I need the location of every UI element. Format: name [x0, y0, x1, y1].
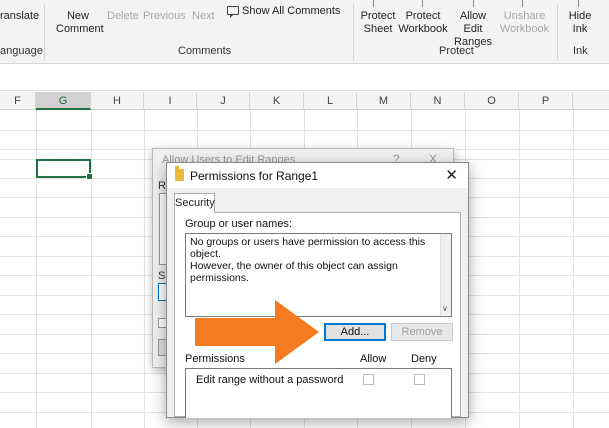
message-line-2: However, the owner of this object can as… — [190, 260, 398, 284]
orange-arrow-annotation — [195, 300, 319, 364]
column-headers: F G H I J K L M N O P — [0, 92, 609, 110]
ribbon-separator — [353, 4, 354, 60]
unshare-workbook-icon — [522, 0, 523, 7]
permissions-list: Edit range without a password — [185, 368, 452, 418]
ribbon-separator — [44, 4, 45, 60]
allow-edit-ranges-icon — [473, 0, 474, 7]
column-header-p[interactable]: P — [519, 92, 573, 110]
previous-comment-button[interactable]: Previous — [143, 10, 186, 23]
active-cell[interactable] — [36, 159, 93, 180]
hide-ink-button[interactable]: Hide Ink — [566, 10, 594, 36]
translate-button[interactable]: ranslate — [0, 10, 39, 23]
protect-group-label: Protect — [439, 45, 474, 57]
column-header-g[interactable]: G — [36, 92, 91, 110]
ribbon-separator — [557, 4, 558, 60]
message-line-1: No groups or users have permission to ac… — [190, 236, 426, 260]
formula-bar-area — [0, 65, 609, 91]
dialog-title: Permissions for Range1 — [190, 169, 319, 183]
ribbon: ranslate anguage New Comment Delete Prev… — [0, 0, 609, 64]
column-header-i[interactable]: I — [144, 92, 197, 110]
grid-line — [144, 110, 145, 428]
grid-line — [573, 110, 574, 428]
bg-ranges-label: R — [158, 180, 166, 192]
column-header-j[interactable]: J — [197, 92, 250, 110]
protect-sheet-icon — [373, 0, 374, 7]
new-comment-button[interactable]: New Comment — [56, 10, 104, 36]
deny-column-label: Deny — [411, 353, 437, 365]
tab-security[interactable]: Security — [174, 193, 215, 213]
next-comment-button[interactable]: Next — [192, 10, 215, 23]
allow-column-label: Allow — [360, 353, 387, 365]
remove-button[interactable]: Remove — [391, 323, 453, 341]
comment-icon — [227, 6, 239, 18]
allow-checkbox[interactable] — [363, 374, 374, 385]
column-header-m[interactable]: M — [357, 92, 411, 110]
comments-group-label: Comments — [178, 45, 232, 57]
group-or-user-names-label: Group or user names: — [185, 218, 292, 230]
list-scrollbar[interactable]: ∨ — [440, 234, 451, 316]
delete-comment-button[interactable]: Delete — [107, 10, 139, 23]
unshare-workbook-button[interactable]: Unshare Workbook — [499, 10, 550, 36]
permissions-dialog: Permissions for Range1 ✕ Security Group … — [166, 162, 469, 418]
grid-line — [91, 110, 92, 428]
ink-group-label: Ink — [573, 45, 588, 57]
column-header-l[interactable]: L — [304, 92, 357, 110]
close-icon[interactable]: ✕ — [445, 166, 458, 184]
dialog-titlebar: Permissions for Range1 ✕ — [167, 163, 468, 188]
protect-sheet-button[interactable]: Protect Sheet — [360, 10, 396, 36]
column-header-f[interactable]: F — [0, 92, 36, 110]
show-all-comments-button[interactable]: Show All Comments — [227, 5, 340, 18]
language-group-label: anguage — [0, 45, 43, 57]
protect-workbook-button[interactable]: Protect Workbook — [398, 10, 448, 36]
hide-ink-icon — [578, 0, 579, 7]
column-header-h[interactable]: H — [91, 92, 144, 110]
grid-line — [519, 110, 520, 428]
folder-icon — [175, 166, 184, 181]
add-button[interactable]: Add... — [324, 323, 386, 341]
grid-line — [0, 130, 609, 131]
grid-line — [36, 110, 37, 428]
deny-checkbox[interactable] — [414, 374, 425, 385]
scroll-down-icon[interactable]: ∨ — [442, 303, 448, 315]
protect-workbook-icon — [422, 0, 423, 7]
permission-row-label: Edit range without a password — [196, 374, 344, 386]
column-header-o[interactable]: O — [465, 92, 519, 110]
column-header-n[interactable]: N — [411, 92, 465, 110]
column-header-k[interactable]: K — [250, 92, 304, 110]
allow-edit-ranges-button[interactable]: Allow Edit Ranges — [449, 10, 497, 49]
arrow-shape — [195, 300, 319, 364]
